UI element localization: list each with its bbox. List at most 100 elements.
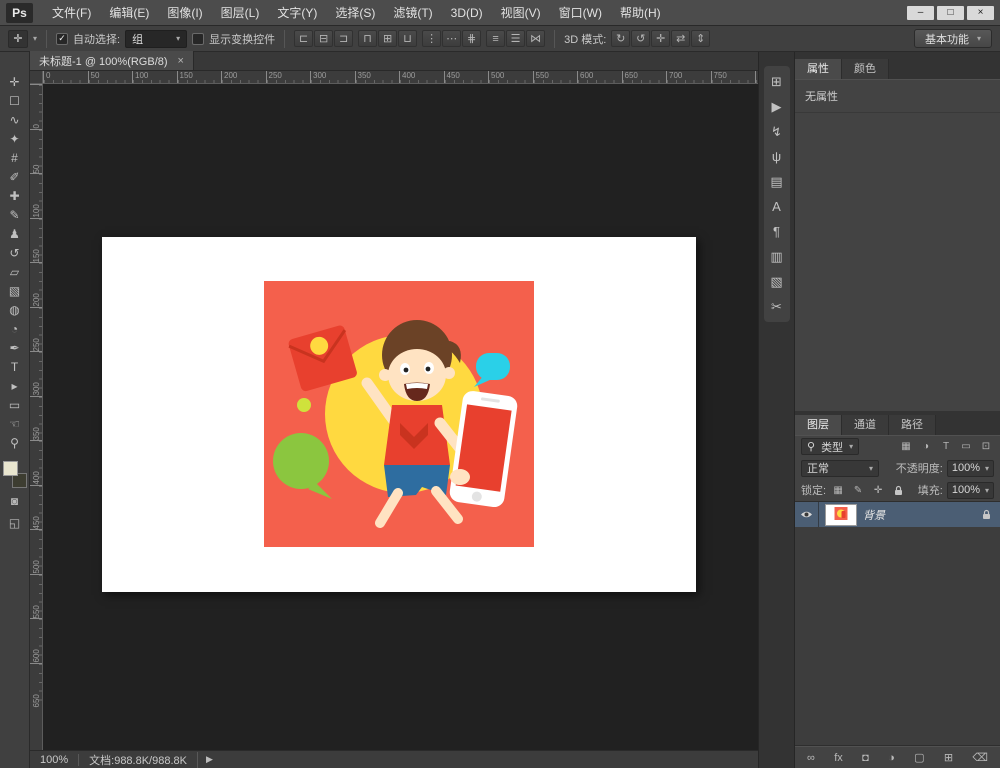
eyedropper-tool[interactable]: ✐	[2, 167, 28, 186]
distribute-center-icon[interactable]: ☰	[506, 30, 525, 47]
distribute-top-icon[interactable]: ⋮	[422, 30, 441, 47]
tab-paths[interactable]: 路径	[889, 415, 936, 435]
menu-item[interactable]: 视图(V)	[492, 0, 550, 26]
adjustment-layer-icon[interactable]: ◑	[888, 752, 895, 764]
opacity-field[interactable]: 100% ▾	[947, 460, 994, 477]
show-transform-checkbox[interactable]	[192, 33, 204, 45]
auto-select-checkbox[interactable]: ✓	[56, 33, 68, 45]
rectangle-tool[interactable]: ▭	[2, 395, 28, 414]
lock-position-icon[interactable]: ✛	[870, 483, 886, 498]
align-right-icon[interactable]: ⊐	[334, 30, 353, 47]
auto-select-mode-dropdown[interactable]: 组 ▾	[125, 30, 187, 48]
tool-preset-dropdown-icon[interactable]: ▾	[33, 34, 37, 43]
status-options-icon[interactable]: ▶	[198, 754, 221, 765]
layer-styles-icon[interactable]: fx	[834, 752, 843, 764]
menu-item[interactable]: 编辑(E)	[100, 0, 158, 26]
clone-stamp-tool[interactable]: ♟	[2, 224, 28, 243]
fill-field[interactable]: 100% ▾	[947, 482, 994, 499]
panel-history-icon[interactable]: ↯	[764, 120, 790, 143]
lock-all-icon[interactable]	[890, 483, 906, 498]
menu-item[interactable]: 选择(S)	[326, 0, 384, 26]
dodge-tool[interactable]: ◔	[2, 319, 28, 338]
lasso-tool[interactable]: ∿	[2, 110, 28, 129]
rectangular-marquee-tool[interactable]: ☐	[2, 91, 28, 110]
distribute-vertical-center-icon[interactable]: ⋯	[442, 30, 461, 47]
layer-visibility-icon[interactable]	[795, 502, 819, 527]
current-tool-icon[interactable]: ✛	[8, 30, 28, 48]
menu-item[interactable]: 文字(Y)	[268, 0, 326, 26]
distribute-left-icon[interactable]: ≡	[486, 30, 505, 47]
hand-tool[interactable]: ☜	[2, 414, 28, 433]
horizontal-type-tool[interactable]: T	[2, 357, 28, 376]
layer-name[interactable]: 背景	[863, 507, 982, 523]
zoom-level-field[interactable]: 100%	[40, 754, 79, 766]
zoom-tool[interactable]: ⚲	[2, 433, 28, 452]
filter-smart-objects-icon[interactable]: ⊡	[978, 439, 994, 454]
new-group-icon[interactable]: ▢	[914, 751, 924, 764]
blur-tool[interactable]: ◍	[2, 300, 28, 319]
panel-paragraph-icon[interactable]: ¶	[764, 220, 790, 243]
3d-roll-icon[interactable]: ↺	[631, 30, 650, 47]
menu-item[interactable]: 滤镜(T)	[384, 0, 441, 26]
menu-item[interactable]: 窗口(W)	[550, 0, 611, 26]
align-top-icon[interactable]: ⊓	[358, 30, 377, 47]
photoshop-logo[interactable]: Ps	[6, 3, 33, 23]
menu-item[interactable]: 帮助(H)	[611, 0, 670, 26]
crop-tool[interactable]: #	[2, 148, 28, 167]
color-swatches[interactable]	[3, 461, 27, 488]
move-tool[interactable]: ✛	[2, 72, 28, 91]
foreground-color-swatch[interactable]	[3, 461, 18, 476]
add-layer-mask-icon[interactable]: ◘	[862, 752, 869, 764]
maximize-button[interactable]: □	[937, 6, 964, 20]
path-selection-tool[interactable]: ▸	[2, 376, 28, 395]
menu-item[interactable]: 图层(L)	[212, 0, 269, 26]
layer-row-background[interactable]: 背景	[795, 502, 1000, 527]
align-horizontal-center-icon[interactable]: ⊟	[314, 30, 333, 47]
delete-layer-icon[interactable]: ⌫	[972, 751, 988, 764]
3d-rotate-icon[interactable]: ↻	[611, 30, 630, 47]
menu-item[interactable]: 图像(I)	[158, 0, 211, 26]
panel-styles-icon[interactable]: ▤	[764, 170, 790, 193]
3d-slide-icon[interactable]: ⇄	[671, 30, 690, 47]
3d-drag-icon[interactable]: ✛	[651, 30, 670, 47]
tab-channels[interactable]: 通道	[842, 415, 889, 435]
close-button[interactable]: ×	[967, 6, 994, 20]
quick-mask-icon[interactable]: ◙	[2, 492, 28, 510]
lock-transparent-pixels-icon[interactable]: ▦	[830, 483, 846, 498]
workspace-switcher[interactable]: 基本功能 ▾	[914, 29, 992, 48]
document-tab[interactable]: 未标题-1 @ 100%(RGB/8) ×	[30, 51, 194, 70]
panel-character-icon[interactable]: A	[764, 195, 790, 218]
filter-shape-layers-icon[interactable]: ▭	[958, 439, 974, 454]
panel-tool-presets-icon[interactable]: ψ	[764, 145, 790, 168]
document-canvas[interactable]	[102, 237, 696, 592]
filter-pixel-layers-icon[interactable]: ▦	[898, 439, 914, 454]
distribute-right-icon[interactable]: ⋈	[526, 30, 545, 47]
minimize-button[interactable]: –	[907, 6, 934, 20]
history-brush-tool[interactable]: ↺	[2, 243, 28, 262]
tab-properties[interactable]: 属性	[795, 59, 842, 79]
brush-tool[interactable]: ✎	[2, 205, 28, 224]
align-vertical-center-icon[interactable]: ⊞	[378, 30, 397, 47]
filter-type-layers-icon[interactable]: T	[938, 439, 954, 454]
quick-selection-tool[interactable]: ✦	[2, 129, 28, 148]
distribute-bottom-icon[interactable]: ⋕	[462, 30, 481, 47]
layer-thumbnail[interactable]	[826, 505, 856, 525]
panel-measure-icon[interactable]: ✂	[764, 295, 790, 318]
menu-item[interactable]: 文件(F)	[43, 0, 100, 26]
panel-layer-comps-icon[interactable]: ▥	[764, 245, 790, 268]
panel-actions-icon[interactable]: ▶	[764, 95, 790, 118]
pen-tool[interactable]: ✒	[2, 338, 28, 357]
layer-filter-type-dropdown[interactable]: ⚲ 类型 ▾	[801, 438, 859, 455]
blend-mode-dropdown[interactable]: 正常 ▾	[801, 460, 879, 477]
tab-color[interactable]: 颜色	[842, 59, 889, 79]
eraser-tool[interactable]: ▱	[2, 262, 28, 281]
gradient-tool[interactable]: ▧	[2, 281, 28, 300]
spot-healing-brush-tool[interactable]: ✚	[2, 186, 28, 205]
panel-notes-icon[interactable]: ▧	[764, 270, 790, 293]
screen-mode-icon[interactable]: ◱	[2, 514, 28, 532]
pasteboard[interactable]	[43, 84, 758, 750]
lock-image-pixels-icon[interactable]: ✎	[850, 483, 866, 498]
filter-adjustment-layers-icon[interactable]: ◑	[918, 439, 934, 454]
menu-item[interactable]: 3D(D)	[442, 0, 492, 26]
tab-layers[interactable]: 图层	[795, 415, 842, 435]
